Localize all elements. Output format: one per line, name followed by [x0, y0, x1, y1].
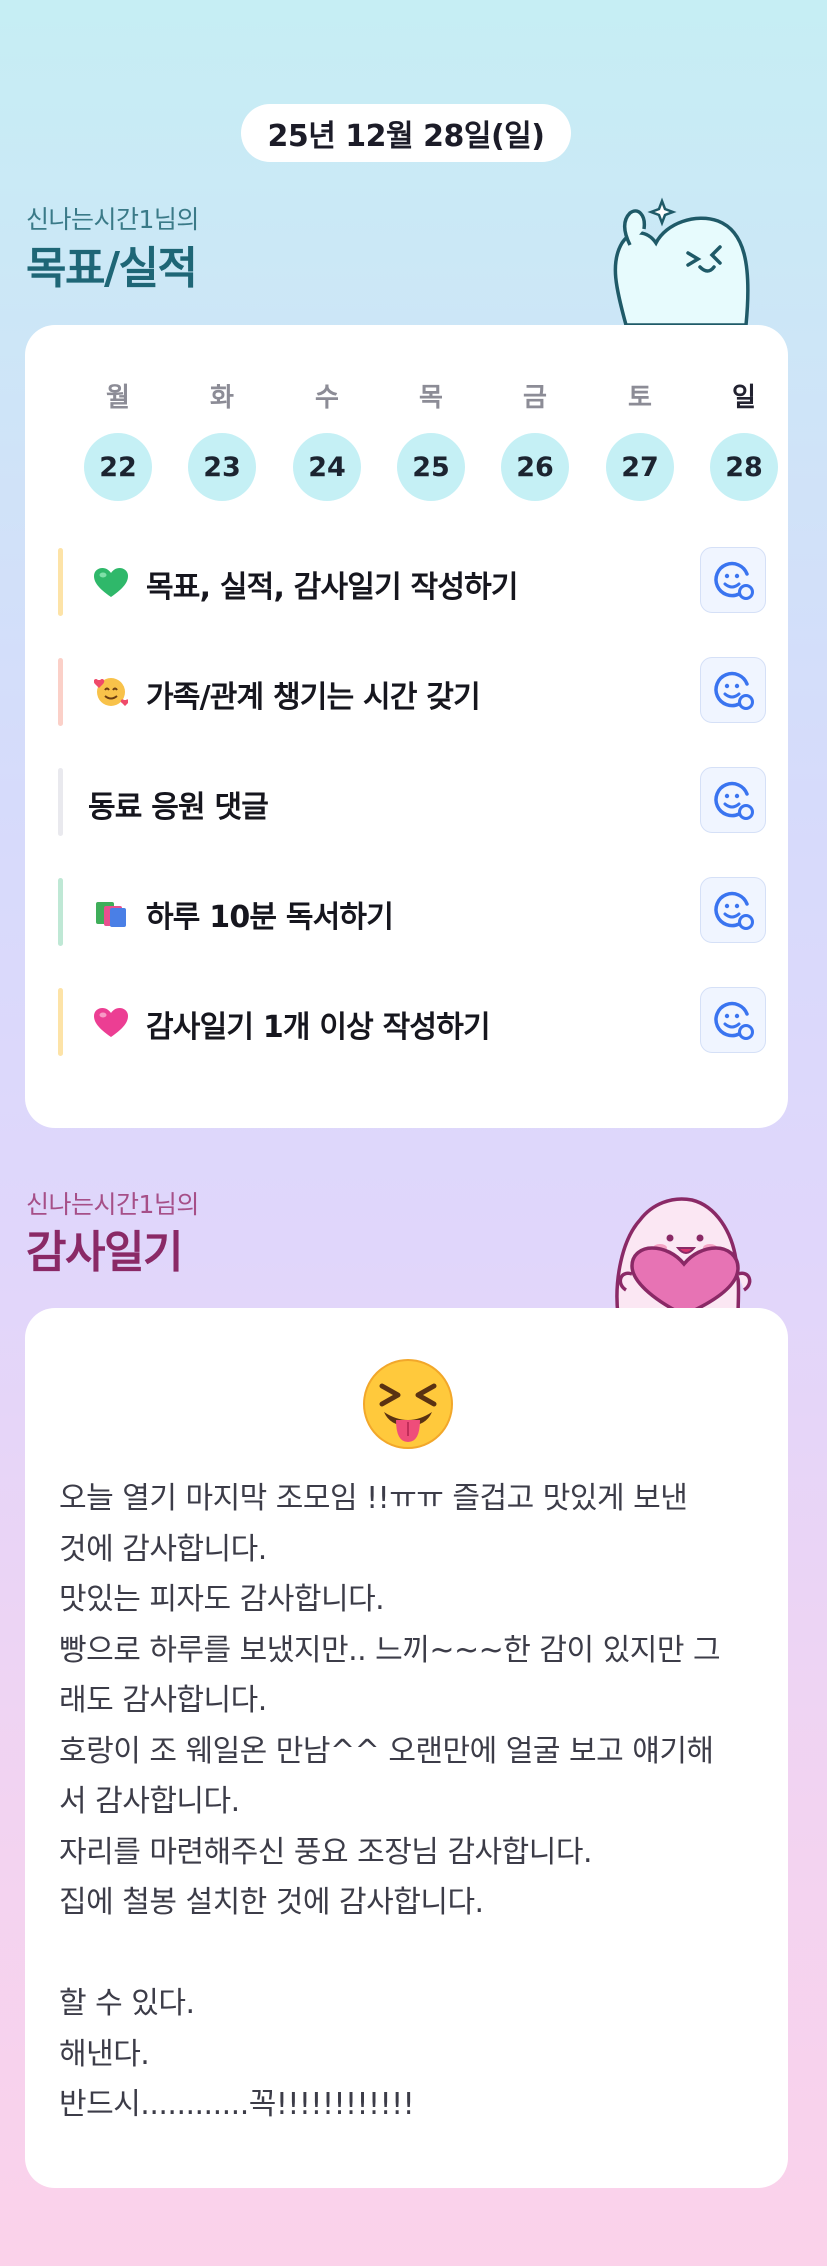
gratitude-line: 맛있는 피자도 감사합니다. [59, 1582, 385, 1617]
weekday-label: 금 [523, 383, 547, 413]
gratitude-line: 자리를 마련해주신 풍요 조장님 감사합니다. [59, 1834, 592, 1870]
gratitude-line: 서 감사합니다. [59, 1784, 240, 1819]
goals-section-subtitle: 신나는시간1님의 [26, 205, 199, 234]
goal-color-bar [58, 658, 63, 726]
weekday-label: 월 [106, 383, 130, 413]
weekday-label: 수 [315, 383, 339, 413]
green-heart-icon [94, 568, 128, 597]
weekday-label: 목 [419, 383, 443, 413]
day-button[interactable]: 24 [293, 433, 361, 501]
goal-label: 목표, 실적, 감사일기 작성하기 [146, 570, 519, 605]
goal-item[interactable]: 동료 응원 댓글 [58, 767, 766, 836]
week-days: 22 23 24 25 26 27 28 [65, 433, 778, 503]
gratitude-line [59, 1929, 759, 1980]
day-button[interactable]: 23 [188, 433, 256, 501]
goal-color-bar [58, 988, 63, 1056]
gratitude-section-title: 감사일기 [26, 1227, 183, 1278]
gratitude-line: 빵으로 하루를 보냈지만.. 느끼~~~한 감이 있지만 그 [59, 1632, 721, 1668]
add-reaction-icon [714, 891, 754, 930]
pink-heart-icon [94, 1008, 128, 1037]
reaction-button[interactable] [700, 877, 766, 943]
gratitude-line: 할 수 있다. [59, 1986, 195, 2021]
gratitude-line: 호랑이 조 웨일온 만남^^ 오랜만에 얼굴 보고 얘기해 [59, 1733, 714, 1769]
add-reaction-icon [714, 1001, 754, 1040]
squinting-face-with-tongue-icon [363, 1359, 453, 1449]
goal-color-bar [58, 768, 63, 836]
goal-label: 동료 응원 댓글 [88, 790, 269, 825]
gratitude-line: 것에 감사합니다. [59, 1531, 267, 1567]
day-button[interactable]: 26 [501, 433, 569, 501]
day-button[interactable]: 27 [606, 433, 674, 501]
goals-section-title: 목표/실적 [26, 243, 198, 294]
goals-card: 월 화 수 목 금 토 일 22 23 24 25 26 27 28 목표, 실… [25, 325, 788, 1128]
goal-color-bar [58, 878, 63, 946]
gratitude-text: 오늘 열기 마지막 조모임 !!ㅠㅠ 즐겁고 맛있게 보낸 것에 감사합니다. … [59, 1474, 759, 2131]
gratitude-card: 오늘 열기 마지막 조모임 !!ㅠㅠ 즐겁고 맛있게 보낸 것에 감사합니다. … [25, 1308, 788, 2188]
reaction-button[interactable] [700, 767, 766, 833]
gratitude-line: 집에 철봉 설치한 것에 감사합니다. [59, 1885, 484, 1920]
day-button-selected[interactable]: 28 [710, 433, 778, 501]
reaction-button[interactable] [700, 657, 766, 723]
weekday-label: 토 [628, 383, 652, 413]
reaction-button[interactable] [700, 547, 766, 613]
goal-label: 감사일기 1개 이상 작성하기 [146, 1010, 491, 1045]
weekday-label-selected: 일 [732, 383, 756, 413]
gratitude-line: 해낸다. [59, 2036, 150, 2072]
weekday-header: 월 화 수 목 금 토 일 [65, 377, 765, 417]
heart-mascot-icon [615, 1197, 752, 1315]
goal-item[interactable]: 목표, 실적, 감사일기 작성하기 [58, 547, 766, 616]
books-icon [96, 902, 126, 927]
day-button[interactable]: 22 [84, 433, 152, 501]
gratitude-line: 오늘 열기 마지막 조모임 !!ㅠㅠ 즐겁고 맛있게 보낸 [59, 1481, 688, 1516]
goal-label: 가족/관계 챙기는 시간 갖기 [146, 680, 481, 715]
add-reaction-icon [714, 561, 754, 600]
add-reaction-icon [714, 671, 754, 710]
smiling-face-with-hearts-icon [94, 678, 128, 706]
goal-item[interactable]: 하루 10분 독서하기 [58, 877, 766, 946]
date-display[interactable]: 25년 12월 28일(일) [241, 104, 571, 162]
ghost-mascot-icon [613, 197, 750, 327]
goal-label: 하루 10분 독서하기 [146, 900, 394, 935]
reaction-button[interactable] [700, 987, 766, 1053]
weekday-label: 화 [210, 383, 234, 413]
add-reaction-icon [714, 781, 754, 820]
goal-item[interactable]: 가족/관계 챙기는 시간 갖기 [58, 657, 766, 726]
day-button[interactable]: 25 [397, 433, 465, 501]
goal-color-bar [58, 548, 63, 616]
gratitude-line: 래도 감사합니다. [59, 1683, 267, 1718]
goal-item[interactable]: 감사일기 1개 이상 작성하기 [58, 987, 766, 1056]
gratitude-line: 반드시............꼭!!!!!!!!!!!! [59, 2087, 415, 2122]
